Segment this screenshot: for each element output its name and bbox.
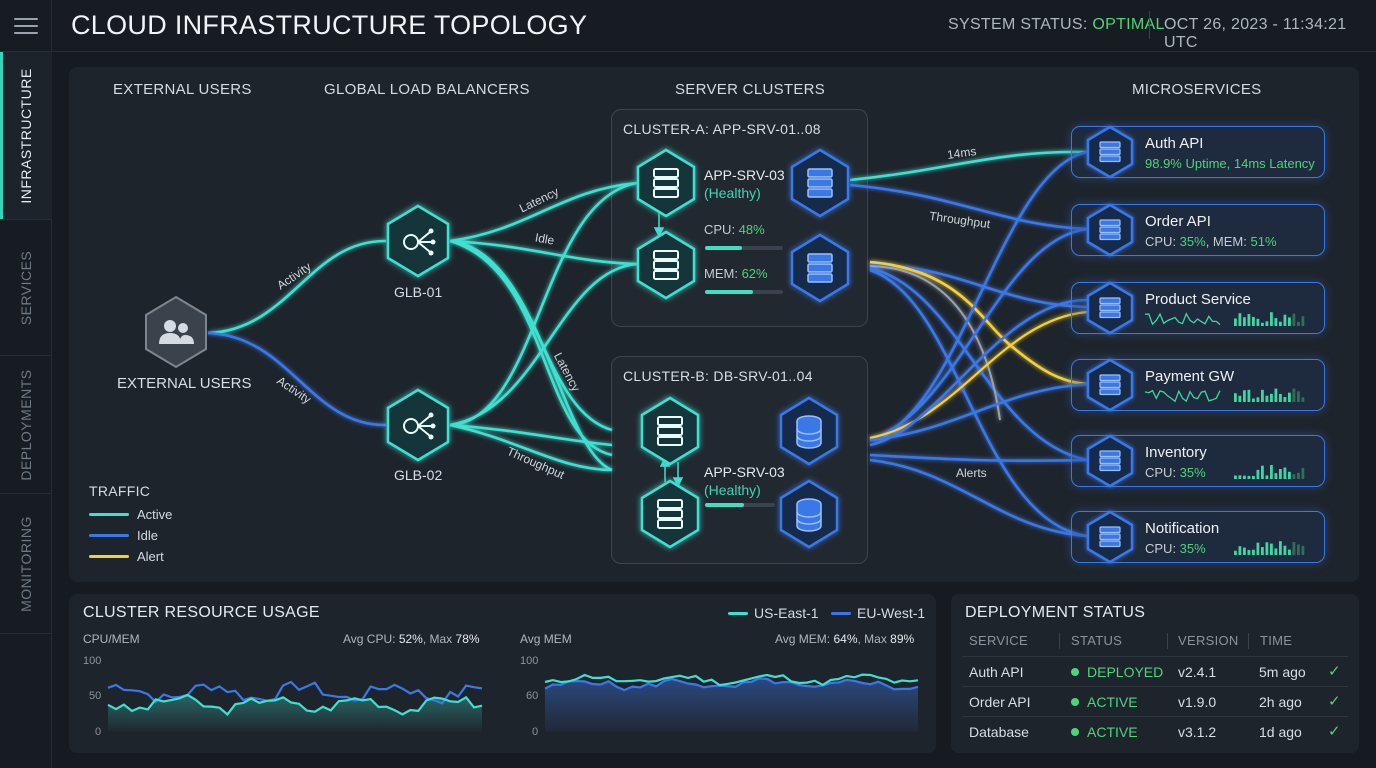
check-icon: ✓ — [1328, 663, 1341, 680]
status-dot-icon — [1071, 728, 1079, 736]
status-text: ACTIVE — [1087, 694, 1138, 710]
cell-version: v3.1.2 — [1178, 724, 1217, 740]
cell-status: ACTIVE — [1071, 724, 1138, 740]
status-dot-icon — [1071, 668, 1079, 676]
status-text: ACTIVE — [1087, 724, 1138, 740]
col-time[interactable]: TIME — [1260, 633, 1292, 648]
cell-status: ACTIVE — [1071, 694, 1138, 710]
table-row[interactable]: Database ACTIVE v3.1.2 1d ago ✓ — [962, 716, 1348, 746]
status-dot-icon — [1071, 698, 1079, 706]
col-status[interactable]: STATUS — [1071, 633, 1122, 648]
cell-status: DEPLOYED — [1071, 664, 1163, 680]
col-separator — [1059, 633, 1060, 649]
cell-service: Database — [969, 724, 1029, 740]
cell-time: 1d ago — [1259, 724, 1302, 740]
cell-version: v2.4.1 — [1178, 664, 1217, 680]
cell-time: 2h ago — [1259, 694, 1302, 710]
check-icon: ✓ — [1328, 723, 1341, 740]
table-row[interactable]: Order API ACTIVE v1.9.0 2h ago ✓ — [962, 686, 1348, 716]
cell-version: v1.9.0 — [1178, 694, 1217, 710]
col-service[interactable]: SERVICE — [969, 633, 1028, 648]
cell-service: Auth API — [969, 664, 1024, 680]
deploy-title: DEPLOYMENT STATUS — [965, 604, 1146, 621]
cell-service: Order API — [969, 694, 1031, 710]
col-separator — [1167, 633, 1168, 649]
table-row[interactable]: Auth API DEPLOYED v2.4.1 5m ago ✓ — [962, 656, 1348, 686]
col-separator — [1248, 633, 1249, 649]
check-icon: ✓ — [1328, 693, 1341, 710]
cell-time: 5m ago — [1259, 664, 1306, 680]
status-text: DEPLOYED — [1087, 664, 1164, 680]
col-version[interactable]: VERSION — [1178, 633, 1239, 648]
